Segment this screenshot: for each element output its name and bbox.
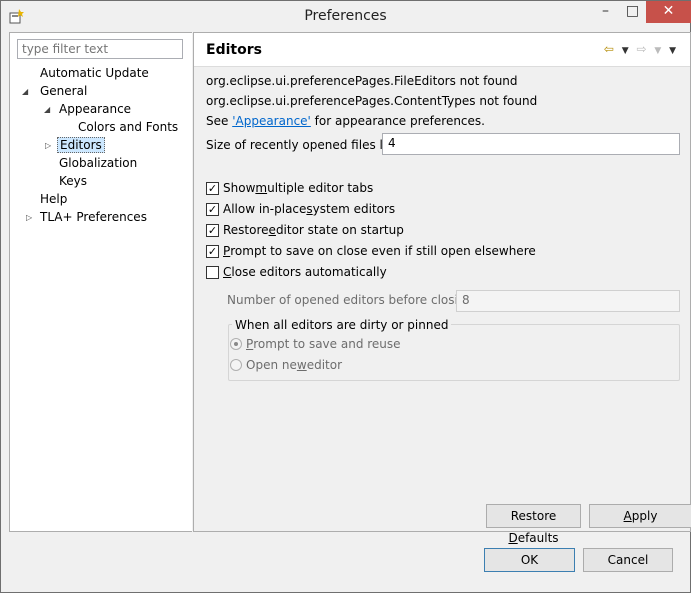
tree-item-general[interactable]: General bbox=[40, 82, 87, 100]
checkbox-restore-editor-state[interactable]: ✓ Restore e ditor state on startup bbox=[206, 222, 404, 238]
number-opened-editors-label: Number of opened editors before closing: bbox=[227, 293, 478, 307]
radio-prompt-save-reuse[interactable]: Prompt to save and reuse bbox=[230, 336, 401, 352]
checkbox-icon[interactable] bbox=[206, 265, 219, 279]
expand-arrow-icon[interactable]: ▷ bbox=[45, 141, 51, 150]
checkbox-allow-inplace-system-editors[interactable]: ✓ Allow in-place s ystem editors bbox=[206, 201, 395, 217]
file-editors-message: org.eclipse.ui.preferencePages.FileEdito… bbox=[206, 74, 518, 88]
editors-preference-page: Editors ⇦ ▼ ⇨ ▼ ▼ org.eclipse.ui.prefere… bbox=[193, 32, 691, 545]
close-button[interactable]: ✕ bbox=[646, 1, 691, 23]
checkbox-close-editors-automatically[interactable]: Close editors automatically bbox=[206, 264, 387, 280]
collapse-arrow-icon[interactable]: ◢ bbox=[44, 105, 50, 114]
group-title: When all editors are dirty or pinned bbox=[232, 318, 452, 332]
number-opened-editors-input[interactable]: 8 bbox=[456, 290, 680, 312]
radio-icon[interactable] bbox=[230, 338, 242, 350]
recent-files-input[interactable]: 4 bbox=[382, 133, 680, 155]
filter-input[interactable] bbox=[17, 39, 183, 59]
tree-item-colors-and-fonts[interactable]: Colors and Fonts bbox=[78, 118, 178, 136]
tree-item-tla-preferences[interactable]: TLA+ Preferences bbox=[40, 208, 147, 226]
page-title: Editors bbox=[206, 42, 262, 58]
checkbox-icon[interactable]: ✓ bbox=[206, 202, 219, 216]
checkbox-show-multiple-editor-tabs[interactable]: ✓ Show m ultiple editor tabs bbox=[206, 180, 373, 196]
radio-open-new-editor[interactable]: Open ne w editor bbox=[230, 357, 342, 373]
collapse-arrow-icon[interactable]: ◢ bbox=[22, 87, 28, 96]
minimize-button[interactable]: – bbox=[592, 1, 619, 23]
radio-icon[interactable] bbox=[230, 359, 242, 371]
back-menu-icon[interactable]: ▼ bbox=[622, 46, 629, 56]
navigation-toolbar: ⇦ ▼ ⇨ ▼ ▼ bbox=[600, 42, 676, 56]
forward-menu-icon[interactable]: ▼ bbox=[654, 46, 661, 56]
appearance-link-line: See 'Appearance' for appearance preferen… bbox=[206, 114, 485, 128]
back-arrow-icon[interactable]: ⇦ bbox=[604, 42, 614, 56]
expand-arrow-icon[interactable]: ▷ bbox=[26, 213, 32, 222]
tree-item-editors[interactable]: Editors bbox=[57, 136, 105, 154]
checkbox-icon[interactable]: ✓ bbox=[206, 223, 219, 237]
checkbox-icon[interactable]: ✓ bbox=[206, 181, 219, 195]
tree-item-appearance[interactable]: Appearance bbox=[59, 100, 131, 118]
title-bar: Preferences – □ ✕ bbox=[1, 1, 691, 31]
preference-tree-panel: Automatic Update ◢ General ◢ Appearance … bbox=[9, 32, 192, 532]
content-types-message: org.eclipse.ui.preferencePages.ContentTy… bbox=[206, 94, 538, 108]
view-menu-icon[interactable]: ▼ bbox=[669, 46, 676, 56]
maximize-button[interactable]: □ bbox=[619, 1, 646, 23]
tree-item-help[interactable]: Help bbox=[40, 190, 67, 208]
appearance-link[interactable]: 'Appearance' bbox=[232, 114, 311, 128]
page-header: Editors ⇦ ▼ ⇨ ▼ ▼ bbox=[194, 33, 690, 67]
tree-item-globalization[interactable]: Globalization bbox=[59, 154, 137, 172]
cancel-button[interactable]: Cancel bbox=[583, 548, 673, 572]
ok-button[interactable]: OK bbox=[484, 548, 575, 572]
restore-defaults-button[interactable]: Restore Defaults bbox=[486, 504, 581, 545]
checkbox-icon[interactable]: ✓ bbox=[206, 244, 219, 258]
forward-arrow-icon[interactable]: ⇨ bbox=[636, 42, 646, 56]
tree-item-automatic-update[interactable]: Automatic Update bbox=[40, 64, 149, 82]
recent-files-label: Size of recently opened files list: bbox=[206, 138, 402, 152]
tree-item-keys[interactable]: Keys bbox=[59, 172, 87, 190]
preferences-window: Preferences – □ ✕ Automatic Update ◢ Gen… bbox=[0, 0, 691, 593]
checkbox-prompt-to-save-on-close[interactable]: ✓ Prompt to save on close even if still o… bbox=[206, 243, 536, 259]
apply-button[interactable]: Apply bbox=[589, 504, 691, 528]
window-title: Preferences bbox=[304, 8, 387, 24]
